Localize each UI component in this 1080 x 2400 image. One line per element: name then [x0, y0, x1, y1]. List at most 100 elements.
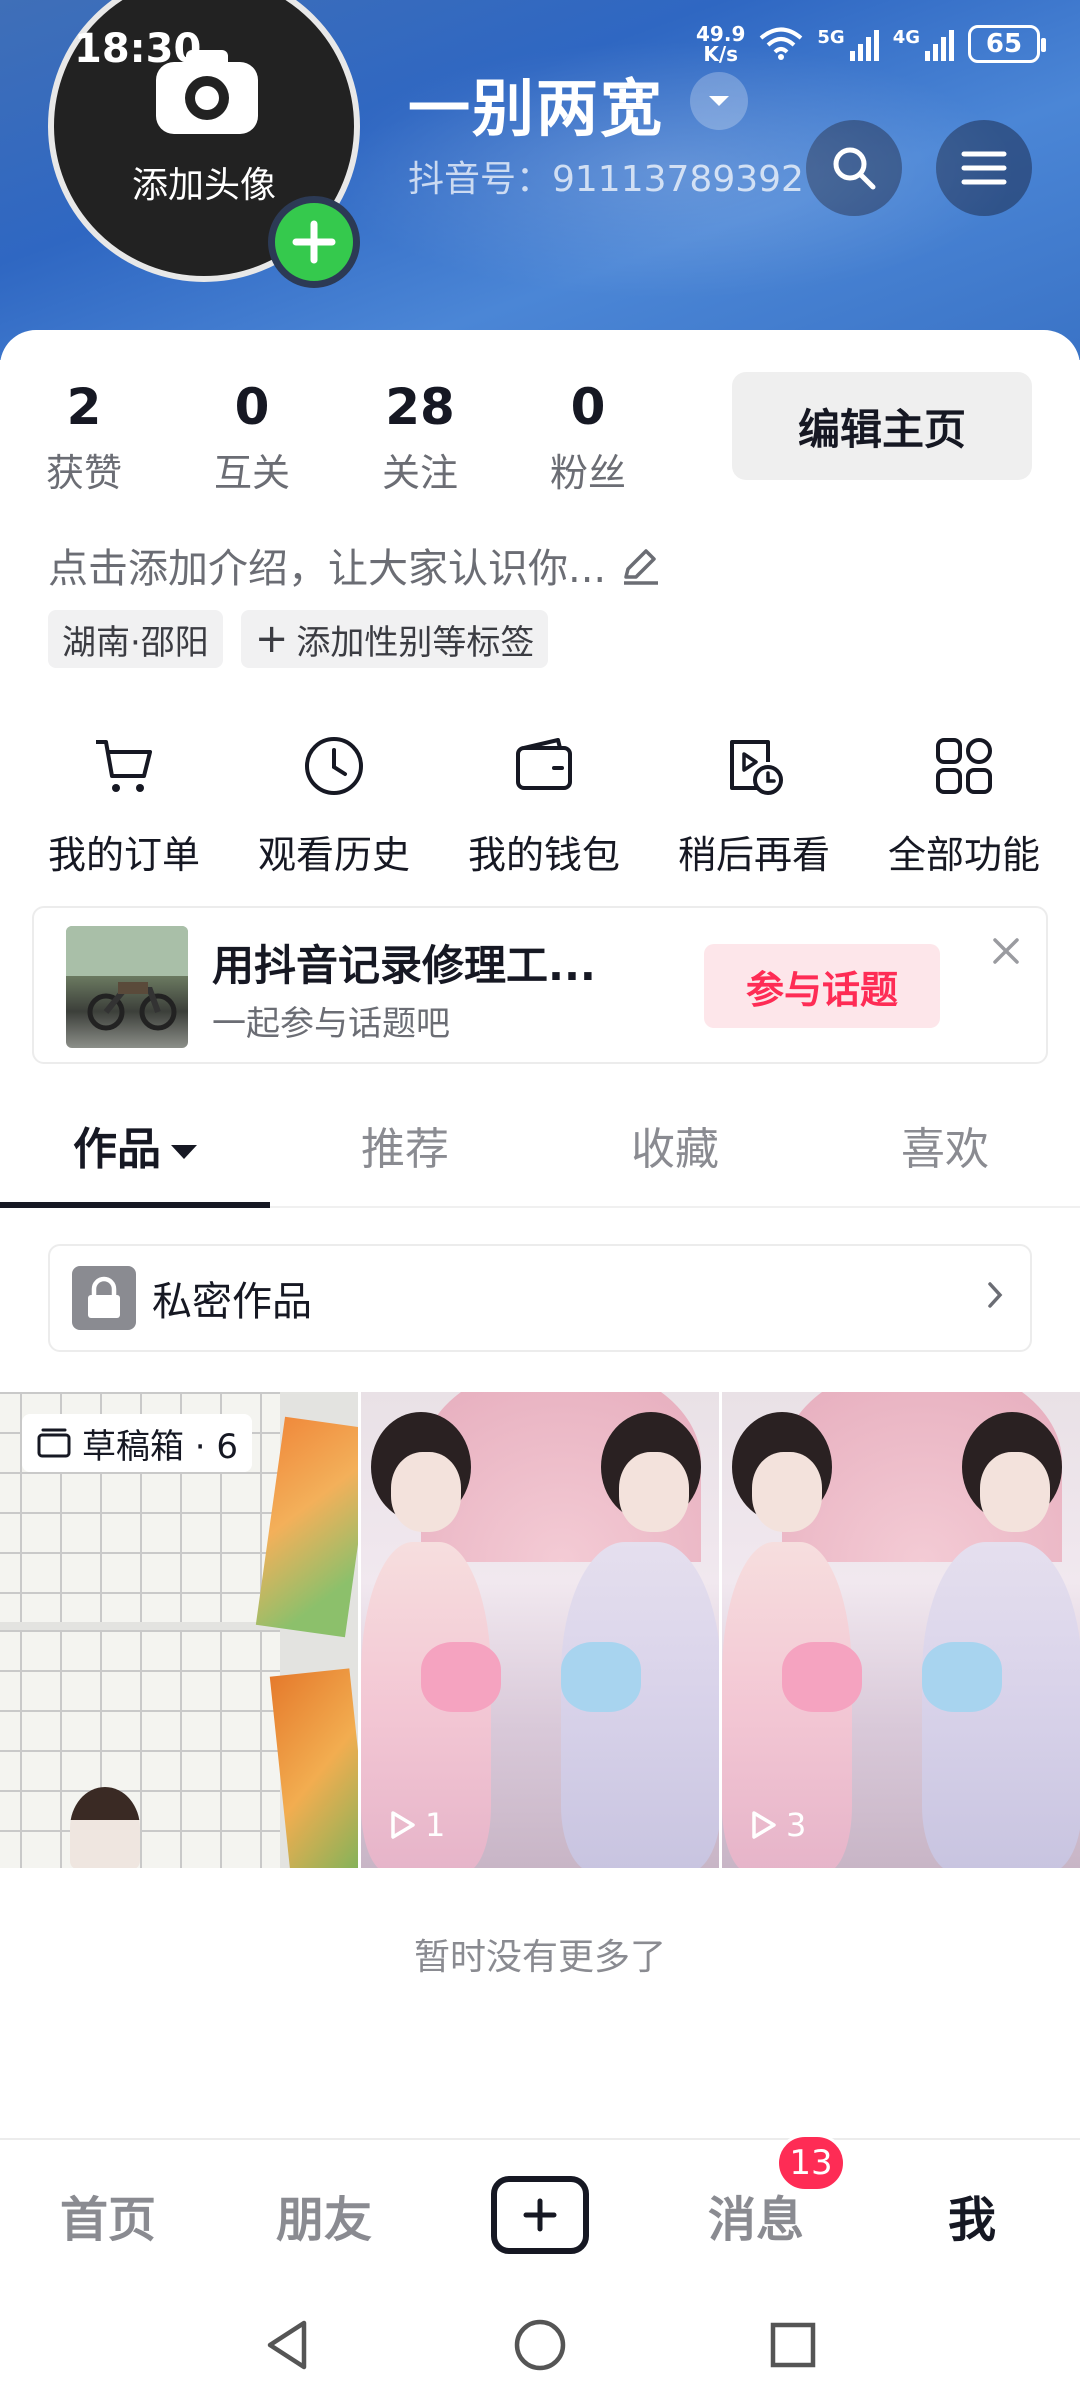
bottom-nav: 首页 朋友 消息 13 我	[0, 2134, 1080, 2290]
plus-icon: +	[254, 616, 289, 662]
back-icon[interactable]	[262, 2317, 312, 2373]
topic-title: 用抖音记录修理工...	[212, 941, 596, 990]
my-orders-label: 我的订单	[47, 833, 200, 877]
join-topic-button[interactable]: 参与话题	[704, 944, 940, 1028]
nav-messages-label: 消息	[707, 2192, 804, 2248]
topic-banner[interactable]: 用抖音记录修理工... 一起参与话题吧 参与话题	[32, 906, 1048, 1064]
content-tabs: 作品 推荐 收藏 喜欢	[0, 1098, 1080, 1208]
stat-likes-label: 获赞	[45, 451, 122, 495]
lock-icon	[72, 1266, 136, 1330]
home-circle-icon[interactable]	[512, 2317, 568, 2373]
search-button[interactable]	[806, 120, 902, 216]
status-time: 18:30	[74, 26, 202, 72]
stat-likes-value: 2	[66, 378, 102, 436]
chevron-down-icon	[709, 96, 729, 106]
account-switch-button[interactable]	[690, 72, 748, 130]
stat-mutual-value: 0	[234, 378, 270, 436]
private-works-row[interactable]: 私密作品	[48, 1244, 1032, 1352]
signal-4g-icon: 4G	[893, 27, 954, 61]
caret-down-icon	[171, 1145, 197, 1159]
drafts-badge: 草稿箱 · 6	[22, 1414, 253, 1472]
video-grid: 草稿箱 · 6 1 3	[0, 1392, 1080, 1868]
search-icon	[833, 147, 876, 190]
tab-likes[interactable]: 喜欢	[810, 1098, 1080, 1206]
hamburger-menu-icon	[961, 151, 1007, 185]
tab-recommend[interactable]: 推荐	[270, 1098, 540, 1206]
nav-me[interactable]: 我	[864, 2180, 1080, 2250]
video-thumbnail[interactable]: 1	[361, 1392, 719, 1868]
all-features-label: 全部功能	[887, 833, 1040, 877]
stat-mutual[interactable]: 0 互关	[168, 378, 336, 497]
net-speed-unit: K/s	[703, 42, 739, 66]
tab-works-label: 作品	[73, 1124, 161, 1175]
location-tag[interactable]: 湖南·邵阳	[48, 610, 223, 668]
chevron-right-icon	[986, 1274, 1004, 1320]
play-count-value: 1	[425, 1806, 446, 1844]
watch-later-icon	[730, 740, 783, 795]
drafts-label: 草稿箱 · 6	[82, 1426, 239, 1467]
close-icon	[993, 938, 1019, 964]
play-icon	[391, 1811, 415, 1839]
my-wallet-label: 我的钱包	[467, 833, 620, 877]
watch-history-button[interactable]: 观看历史	[234, 726, 434, 879]
username[interactable]: 一别两宽	[408, 58, 664, 148]
profile-tags: 湖南·邵阳 + 添加性别等标签	[48, 610, 549, 668]
stat-following-label: 关注	[381, 451, 458, 495]
edit-pencil-icon	[624, 549, 659, 585]
stat-following-value: 28	[385, 378, 455, 436]
nav-messages[interactable]: 消息 13	[648, 2134, 864, 2250]
tab-works[interactable]: 作品	[0, 1098, 270, 1208]
my-orders-button[interactable]: 我的订单	[24, 726, 224, 879]
net-speed: 49.9 K/s	[696, 24, 745, 64]
nav-create[interactable]	[432, 2176, 648, 2254]
drafts-cell[interactable]: 草稿箱 · 6	[0, 1392, 358, 1868]
stat-likes[interactable]: 2 获赞	[0, 378, 168, 497]
nav-home[interactable]: 首页	[0, 2180, 216, 2250]
signal-4g-label: 4G	[892, 27, 920, 48]
close-banner-button[interactable]	[992, 930, 1020, 974]
no-more-text: 暂时没有更多了	[413, 1937, 666, 1978]
plus-icon	[292, 220, 336, 264]
play-count: 3	[746, 1806, 806, 1844]
create-button[interactable]	[491, 2176, 589, 2254]
grid-apps-icon	[936, 738, 992, 794]
cart-icon	[96, 740, 152, 792]
all-features-button[interactable]: 全部功能	[864, 726, 1064, 879]
douyin-id[interactable]: 抖音号：91113789392	[408, 150, 804, 202]
play-count-value: 3	[786, 1806, 807, 1844]
messages-badge: 13	[776, 2134, 846, 2192]
nav-friends[interactable]: 朋友	[216, 2180, 432, 2250]
my-wallet-button[interactable]: 我的钱包	[444, 726, 644, 879]
clock-icon	[305, 737, 363, 795]
add-tags-button[interactable]: + 添加性别等标签	[240, 610, 549, 668]
system-nav-bar	[0, 2290, 1080, 2400]
bio-placeholder: 点击添加介绍，让大家认识你...	[48, 546, 607, 592]
play-icon	[752, 1811, 776, 1839]
watch-later-label: 稍后再看	[677, 833, 830, 877]
function-row: 我的订单 观看历史 我的钱包 稍后再看 全部功能	[24, 726, 1064, 879]
stat-following[interactable]: 28 关注	[336, 378, 504, 497]
stat-followers[interactable]: 0 粉丝	[504, 378, 672, 497]
status-bar-right: 49.9 K/s 5G 4G 65	[696, 24, 1046, 64]
motorcycle-photo-icon	[66, 926, 188, 1031]
watch-later-button[interactable]: 稍后再看	[654, 726, 854, 879]
tab-favorites[interactable]: 收藏	[540, 1098, 810, 1206]
profile-card	[0, 330, 1080, 2140]
menu-button[interactable]	[936, 120, 1032, 216]
add-tags-label: 添加性别等标签	[296, 622, 535, 663]
play-count: 1	[385, 1806, 445, 1844]
video-thumbnail[interactable]: 3	[722, 1392, 1080, 1868]
add-avatar-button[interactable]	[268, 196, 360, 288]
topic-subtitle: 一起参与话题吧	[212, 1004, 450, 1044]
bio-field[interactable]: 点击添加介绍，让大家认识你...	[48, 536, 662, 594]
topic-thumbnail	[66, 926, 188, 1048]
recent-apps-icon[interactable]	[768, 2320, 818, 2370]
drafts-box-icon	[37, 1428, 71, 1458]
battery-level: 65	[985, 29, 1023, 59]
profile-stats: 2 获赞 0 互关 28 关注 0 粉丝	[0, 378, 700, 497]
wallet-icon	[516, 738, 572, 790]
watch-history-label: 观看历史	[257, 833, 410, 877]
person-thumbnail	[70, 1787, 140, 1868]
stat-mutual-label: 互关	[213, 451, 290, 495]
edit-profile-button[interactable]: 编辑主页	[732, 372, 1032, 480]
